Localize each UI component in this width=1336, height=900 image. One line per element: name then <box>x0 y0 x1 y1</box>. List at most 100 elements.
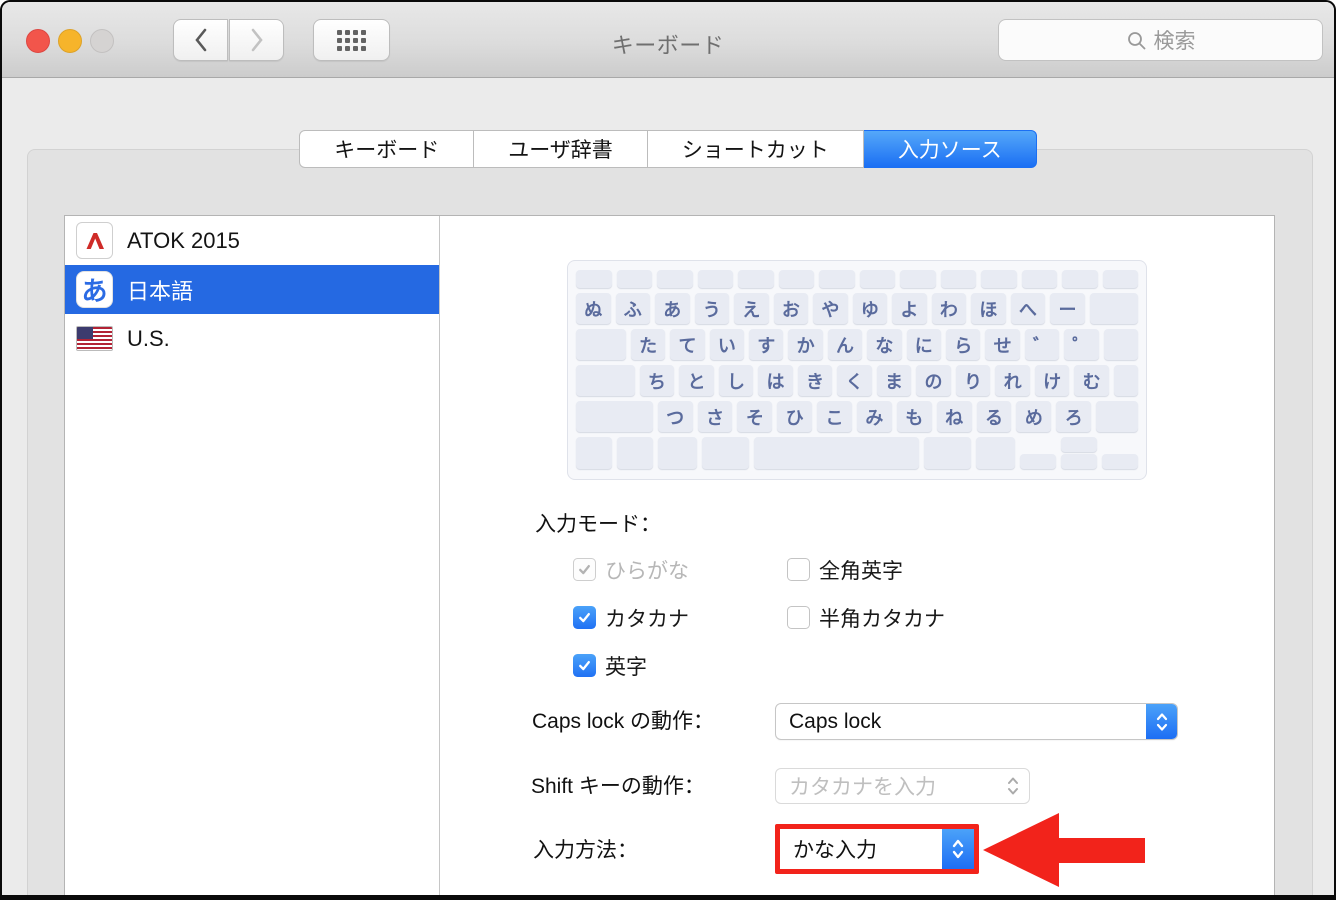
tab-キーボード[interactable]: キーボード <box>299 130 475 168</box>
keyboard-key <box>738 270 774 288</box>
keyboard-key: す <box>749 329 784 360</box>
input-source-row[interactable]: U.S. <box>65 314 439 363</box>
space-key <box>753 437 920 469</box>
keyboard-key: ー <box>1050 293 1085 324</box>
keyboard-key <box>819 270 855 288</box>
keyboard-key: い <box>709 329 745 360</box>
keyboard-key: え <box>734 293 769 324</box>
keyboard-key: に <box>906 329 941 360</box>
keyboard-key: ゆ <box>852 293 888 324</box>
input-mode-checkbox-group: ひらがな 全角英字カタカナ 半角カタカナ英字 <box>573 558 945 679</box>
keyboard-key: よ <box>892 293 927 324</box>
keyboard-key <box>576 437 612 469</box>
annotation-arrow-icon <box>983 813 1145 887</box>
keyboard-key <box>975 437 1016 469</box>
keyboard-key: ん <box>827 329 863 360</box>
checkbox-label: カタカナ <box>605 607 689 631</box>
stepper-arrows-icon[interactable] <box>942 829 974 869</box>
keyboard-key: ぬ <box>576 293 611 324</box>
keyboard-key: そ <box>737 401 773 432</box>
keyboard-row <box>576 437 1139 469</box>
input-method-label: 入力方法： <box>533 839 638 862</box>
keyboard-key: や <box>813 293 848 324</box>
title-bar: キーボード 検索 <box>2 2 1334 78</box>
keyboard-key <box>1020 453 1057 469</box>
keyboard-row <box>576 270 1138 288</box>
checkbox-box <box>573 558 596 581</box>
keyboard-key: ゜ <box>1064 329 1099 360</box>
keyboard-row: ちとしはきくまのりれけむ <box>576 365 1139 396</box>
keyboard-key: れ <box>995 365 1030 396</box>
checkbox-label: 全角英字 <box>819 559 903 583</box>
checkbox-box[interactable] <box>787 606 810 629</box>
checkbox-box[interactable] <box>787 558 810 581</box>
search-icon <box>1127 31 1145 49</box>
keyboard-key: ち <box>639 365 675 396</box>
checkbox-英字[interactable]: 英字 <box>573 654 787 679</box>
list-divider <box>439 216 440 895</box>
keyboard-key: わ <box>931 293 967 324</box>
keyboard-key <box>576 270 612 288</box>
checkbox-label: ひらがな <box>605 559 689 583</box>
checkbox-全角英字[interactable]: 全角英字 <box>787 558 945 583</box>
keyboard-key: さ <box>697 401 733 432</box>
caps-lock-dropdown[interactable]: Caps lock <box>775 703 1178 740</box>
keyboard-key <box>697 270 733 288</box>
checkbox-カタカナ[interactable]: カタカナ <box>573 606 787 631</box>
keyboard-key <box>576 365 635 396</box>
keyboard-key <box>657 437 698 469</box>
keyboard-key <box>616 437 653 469</box>
arrow-keys-updown <box>1061 437 1098 469</box>
input-source-label: U.S. <box>127 325 170 351</box>
input-source-row[interactable]: ATOK 2015 <box>65 216 439 265</box>
keyboard-key: な <box>867 329 902 360</box>
keyboard-key: へ <box>1010 293 1046 324</box>
tab-入力ソース[interactable]: 入力ソース <box>863 130 1037 168</box>
input-method-dropdown[interactable]: かな入力 <box>780 829 942 869</box>
checkbox-box[interactable] <box>573 654 596 677</box>
tab-ショートカット[interactable]: ショートカット <box>647 130 864 168</box>
keyboard-key <box>981 270 1017 288</box>
keyboard-key: ふ <box>615 293 651 324</box>
shift-key-value: カタカナを入力 <box>789 776 936 799</box>
flag-canton <box>77 327 93 339</box>
checkbox-label: 英字 <box>605 655 647 679</box>
shift-key-dropdown: カタカナを入力 <box>775 768 1030 804</box>
checkbox-box[interactable] <box>573 606 596 629</box>
keyboard-key <box>1061 454 1098 469</box>
caps-lock-label: Caps lock の動作： <box>532 710 715 733</box>
keyboard-key: て <box>670 329 705 360</box>
tab-ユーザ辞書[interactable]: ユーザ辞書 <box>474 130 648 168</box>
keyboard-key: き <box>797 365 833 396</box>
keyboard-key: た <box>630 329 666 360</box>
keyboard-key: の <box>916 365 951 396</box>
search-input[interactable]: 検索 <box>998 19 1323 61</box>
arrow-key <box>1102 437 1139 469</box>
keyboard-key <box>900 270 936 288</box>
keyboard-key: お <box>773 293 809 324</box>
keyboard-key: み <box>856 401 892 432</box>
keyboard-key: め <box>1016 401 1052 432</box>
input-source-label: 日本語 <box>127 278 194 304</box>
keyboard-key: ね <box>936 401 972 432</box>
keyboard-key: り <box>955 365 991 396</box>
caps-lock-value: Caps lock <box>789 709 882 733</box>
keyboard-key <box>576 329 626 360</box>
hiragana-a-icon: あ <box>76 271 113 308</box>
stepper-arrows-icon <box>1006 774 1020 798</box>
input-source-row[interactable]: あ日本語 <box>65 265 439 314</box>
keyboard-key: こ <box>817 401 852 432</box>
keyboard-key: ま <box>876 365 912 396</box>
checkbox-半角カタカナ[interactable]: 半角カタカナ <box>787 606 945 631</box>
keyboard-key: も <box>896 401 932 432</box>
keyboard-key: む <box>1074 365 1109 396</box>
tab-bar: キーボード ユーザ辞書 ショートカット 入力ソース <box>2 130 1334 168</box>
keyboard-key <box>940 270 976 288</box>
atok-icon <box>76 222 113 259</box>
keyboard-key: か <box>788 329 823 360</box>
keyboard-key <box>1021 270 1057 288</box>
keyboard-key <box>1103 329 1138 360</box>
keyboard-key: く <box>837 365 872 396</box>
keyboard-key <box>616 270 652 288</box>
keyboard-key: う <box>694 293 730 324</box>
